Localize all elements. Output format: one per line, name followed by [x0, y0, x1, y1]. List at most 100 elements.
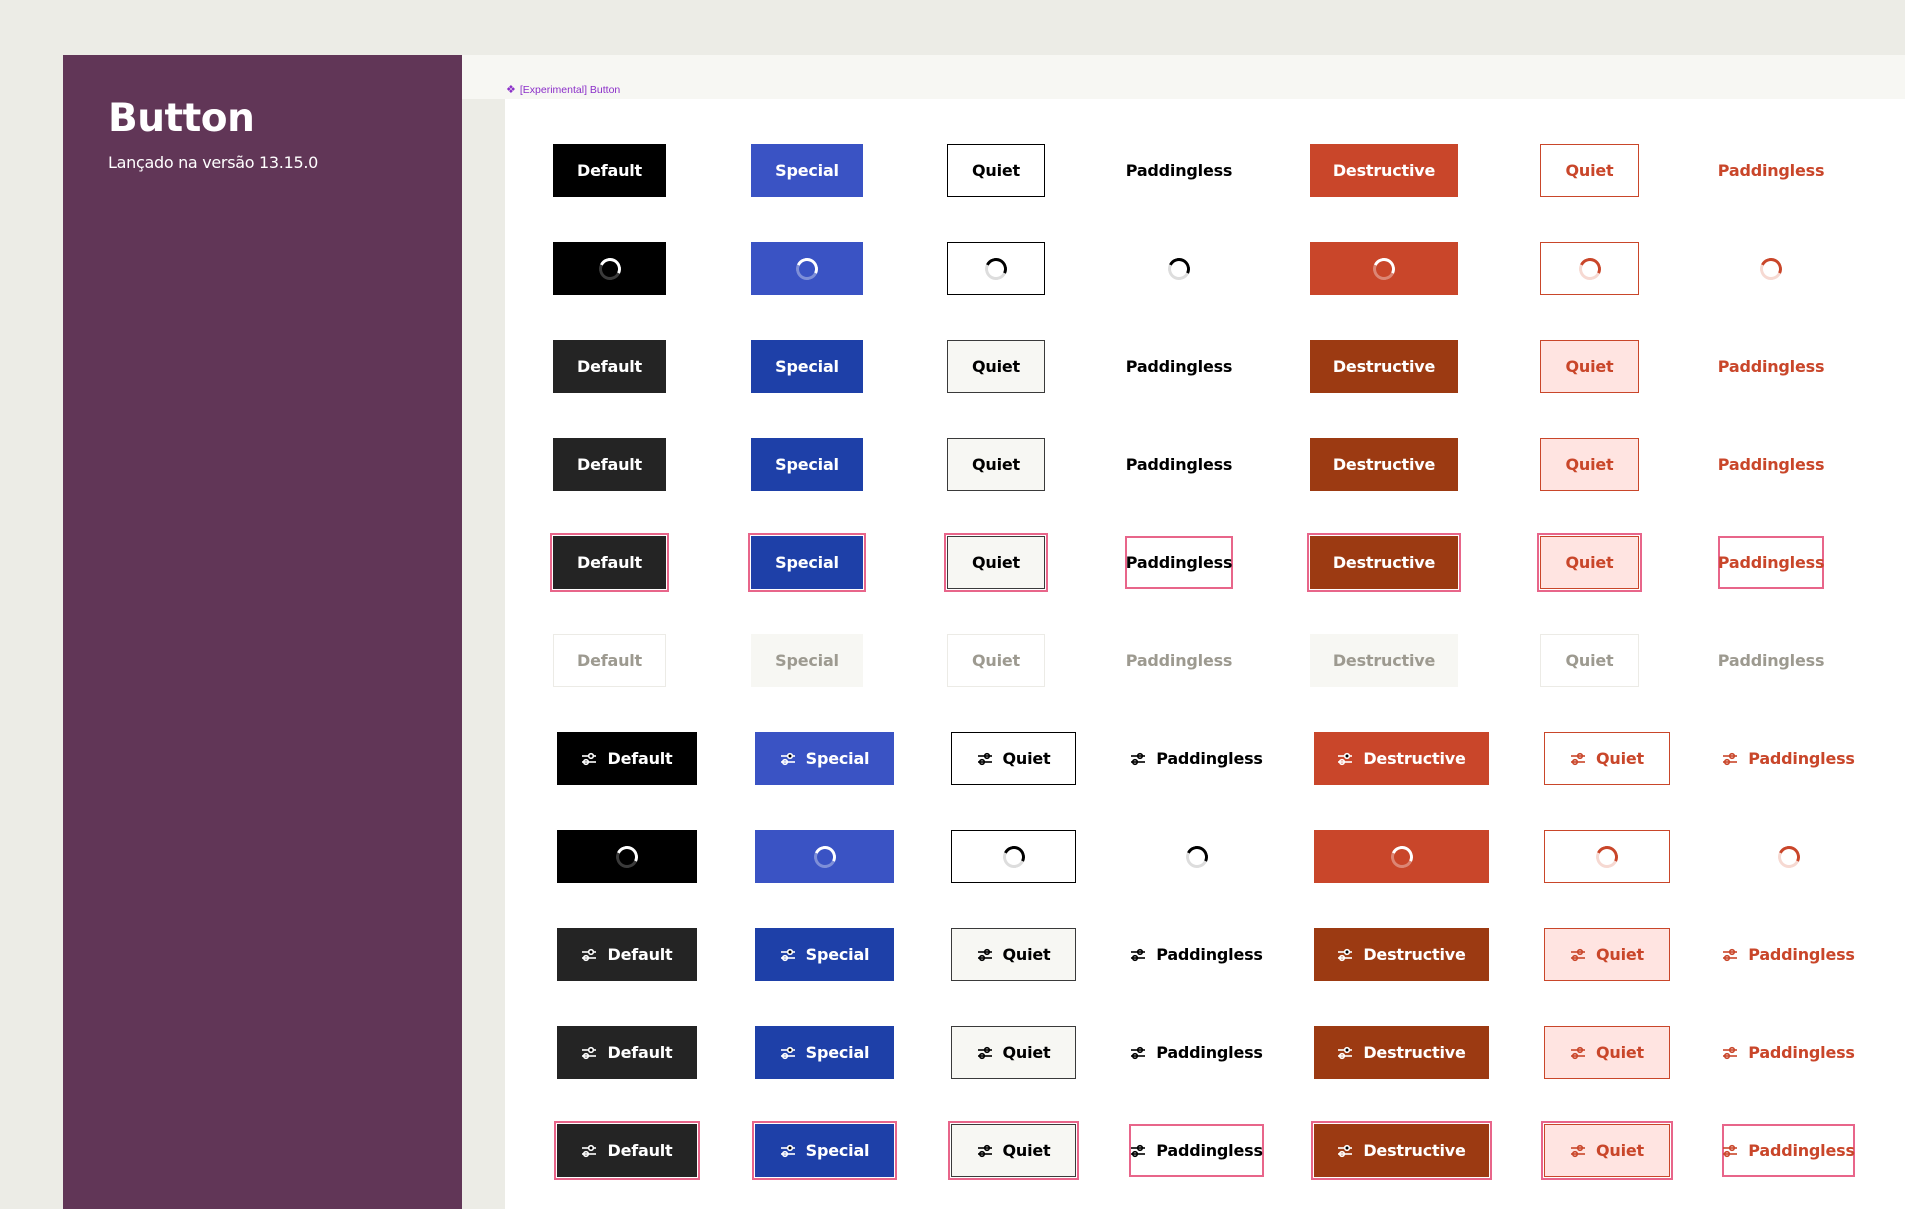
- button-label: Default: [607, 1043, 673, 1062]
- paddingless-destructive-button-hover[interactable]: Paddingless: [1718, 340, 1825, 393]
- sliders-icon: [780, 1046, 796, 1060]
- special-button-active[interactable]: Special: [751, 438, 863, 491]
- quiet-button-default-with-icon[interactable]: Quiet: [951, 732, 1076, 785]
- spinner-icon: [612, 842, 642, 871]
- component-frame-label[interactable]: ❖ [Experimental] Button: [506, 84, 620, 96]
- paddingless-destructive-button-default[interactable]: Paddingless: [1718, 144, 1825, 197]
- paddingless-button-disabled[interactable]: Paddingless: [1125, 634, 1233, 687]
- paddingless-destructive-button-default-with-icon[interactable]: Paddingless: [1722, 732, 1855, 785]
- special-button-active-with-icon[interactable]: Special: [755, 1026, 894, 1079]
- destructive-button-focus[interactable]: Destructive: [1310, 536, 1458, 589]
- paddingless-destructive-button-focus[interactable]: Paddingless: [1718, 536, 1824, 589]
- paddingless-button-loading[interactable]: [1125, 242, 1233, 295]
- sliders-icon: [1570, 1046, 1586, 1060]
- paddingless-button-active-with-icon[interactable]: Paddingless: [1129, 1026, 1264, 1079]
- quiet-destructive-button-default-with-icon[interactable]: Quiet: [1544, 732, 1670, 785]
- quiet-destructive-button-hover[interactable]: Quiet: [1540, 340, 1639, 393]
- destructive-button-hover-with-icon[interactable]: Destructive: [1314, 928, 1489, 981]
- default-button-focus[interactable]: Default: [553, 536, 666, 589]
- quiet-button-active[interactable]: Quiet: [947, 438, 1045, 491]
- default-button-loading[interactable]: [553, 242, 666, 295]
- button-label: Default: [576, 651, 642, 670]
- paddingless-destructive-button-active[interactable]: Paddingless: [1718, 438, 1825, 491]
- paddingless-button-hover[interactable]: Paddingless: [1125, 340, 1233, 393]
- paddingless-button-default-with-icon[interactable]: Paddingless: [1129, 732, 1264, 785]
- button-label: Quiet: [1565, 455, 1614, 474]
- destructive-button-focus-with-icon[interactable]: Destructive: [1314, 1124, 1489, 1177]
- button-label: Destructive: [1332, 357, 1436, 376]
- quiet-destructive-button-hover-with-icon[interactable]: Quiet: [1544, 928, 1670, 981]
- default-button-loading-with-icon[interactable]: [557, 830, 697, 883]
- paddingless-button-focus-with-icon[interactable]: Paddingless: [1129, 1124, 1264, 1177]
- paddingless-button-focus[interactable]: Paddingless: [1125, 536, 1233, 589]
- paddingless-destructive-button-hover-with-icon[interactable]: Paddingless: [1722, 928, 1855, 981]
- special-button-disabled[interactable]: Special: [751, 634, 863, 687]
- sliders-icon: [780, 948, 796, 962]
- quiet-button-hover-with-icon[interactable]: Quiet: [951, 928, 1076, 981]
- quiet-destructive-button-disabled[interactable]: Quiet: [1540, 634, 1639, 687]
- destructive-button-default-with-icon[interactable]: Destructive: [1314, 732, 1489, 785]
- special-button-hover[interactable]: Special: [751, 340, 863, 393]
- button-label: Quiet: [1002, 1141, 1051, 1160]
- component-frame-name: [Experimental] Button: [519, 84, 621, 96]
- special-button-focus[interactable]: Special: [751, 536, 863, 589]
- destructive-button-default[interactable]: Destructive: [1310, 144, 1458, 197]
- quiet-button-loading-with-icon[interactable]: [951, 830, 1076, 883]
- default-button-focus-with-icon[interactable]: Default: [557, 1124, 697, 1177]
- default-button-default-with-icon[interactable]: Default: [557, 732, 697, 785]
- paddingless-button-active[interactable]: Paddingless: [1125, 438, 1233, 491]
- quiet-button-loading[interactable]: [947, 242, 1045, 295]
- quiet-button-disabled[interactable]: Quiet: [947, 634, 1045, 687]
- paddingless-button-default[interactable]: Paddingless: [1125, 144, 1233, 197]
- destructive-button-active-with-icon[interactable]: Destructive: [1314, 1026, 1489, 1079]
- quiet-button-hover[interactable]: Quiet: [947, 340, 1045, 393]
- spinner-icon: [1756, 254, 1786, 283]
- default-button-default[interactable]: Default: [553, 144, 666, 197]
- default-button-active-with-icon[interactable]: Default: [557, 1026, 697, 1079]
- default-button-hover[interactable]: Default: [553, 340, 666, 393]
- default-button-active[interactable]: Default: [553, 438, 666, 491]
- special-button-loading-with-icon[interactable]: [755, 830, 894, 883]
- quiet-destructive-button-loading-with-icon[interactable]: [1544, 830, 1670, 883]
- destructive-button-loading-with-icon[interactable]: [1314, 830, 1489, 883]
- special-button-loading[interactable]: [751, 242, 863, 295]
- quiet-destructive-button-focus-with-icon[interactable]: Quiet: [1544, 1124, 1670, 1177]
- default-button-hover-with-icon[interactable]: Default: [557, 928, 697, 981]
- destructive-button-active[interactable]: Destructive: [1310, 438, 1458, 491]
- spinner-icon: [1369, 254, 1399, 283]
- button-label: Paddingless: [1748, 945, 1855, 964]
- quiet-destructive-button-focus[interactable]: Quiet: [1540, 536, 1639, 589]
- quiet-destructive-button-loading[interactable]: [1540, 242, 1639, 295]
- paddingless-button-loading-with-icon[interactable]: [1129, 830, 1264, 883]
- spinner-icon: [981, 254, 1011, 283]
- quiet-button-active-with-icon[interactable]: Quiet: [951, 1026, 1076, 1079]
- special-button-default[interactable]: Special: [751, 144, 863, 197]
- button-label: Quiet: [972, 357, 1020, 376]
- button-label: Paddingless: [1156, 1141, 1263, 1160]
- paddingless-destructive-button-disabled[interactable]: Paddingless: [1718, 634, 1825, 687]
- paddingless-destructive-button-focus-with-icon[interactable]: Paddingless: [1722, 1124, 1855, 1177]
- quiet-destructive-button-default[interactable]: Quiet: [1540, 144, 1639, 197]
- quiet-button-default[interactable]: Quiet: [947, 144, 1045, 197]
- paddingless-destructive-button-loading[interactable]: [1718, 242, 1824, 295]
- quiet-destructive-button-active-with-icon[interactable]: Quiet: [1544, 1026, 1670, 1079]
- destructive-button-loading[interactable]: [1310, 242, 1458, 295]
- quiet-destructive-button-active[interactable]: Quiet: [1540, 438, 1639, 491]
- button-label: Quiet: [1596, 1141, 1644, 1160]
- quiet-button-focus-with-icon[interactable]: Quiet: [951, 1124, 1076, 1177]
- default-button-disabled[interactable]: Default: [553, 634, 666, 687]
- quiet-button-focus[interactable]: Quiet: [947, 536, 1045, 589]
- destructive-button-hover[interactable]: Destructive: [1310, 340, 1458, 393]
- special-button-default-with-icon[interactable]: Special: [755, 732, 894, 785]
- sliders-icon: [1337, 1046, 1353, 1060]
- special-button-hover-with-icon[interactable]: Special: [755, 928, 894, 981]
- paddingless-destructive-button-active-with-icon[interactable]: Paddingless: [1722, 1026, 1855, 1079]
- special-button-focus-with-icon[interactable]: Special: [755, 1124, 894, 1177]
- paddingless-button-hover-with-icon[interactable]: Paddingless: [1129, 928, 1264, 981]
- destructive-button-disabled[interactable]: Destructive: [1310, 634, 1458, 687]
- sliders-icon: [581, 948, 597, 962]
- button-label: Special: [805, 1141, 870, 1160]
- button-label: Quiet: [1565, 651, 1614, 670]
- button-label: Default: [607, 1141, 673, 1160]
- paddingless-destructive-button-loading-with-icon[interactable]: [1722, 830, 1855, 883]
